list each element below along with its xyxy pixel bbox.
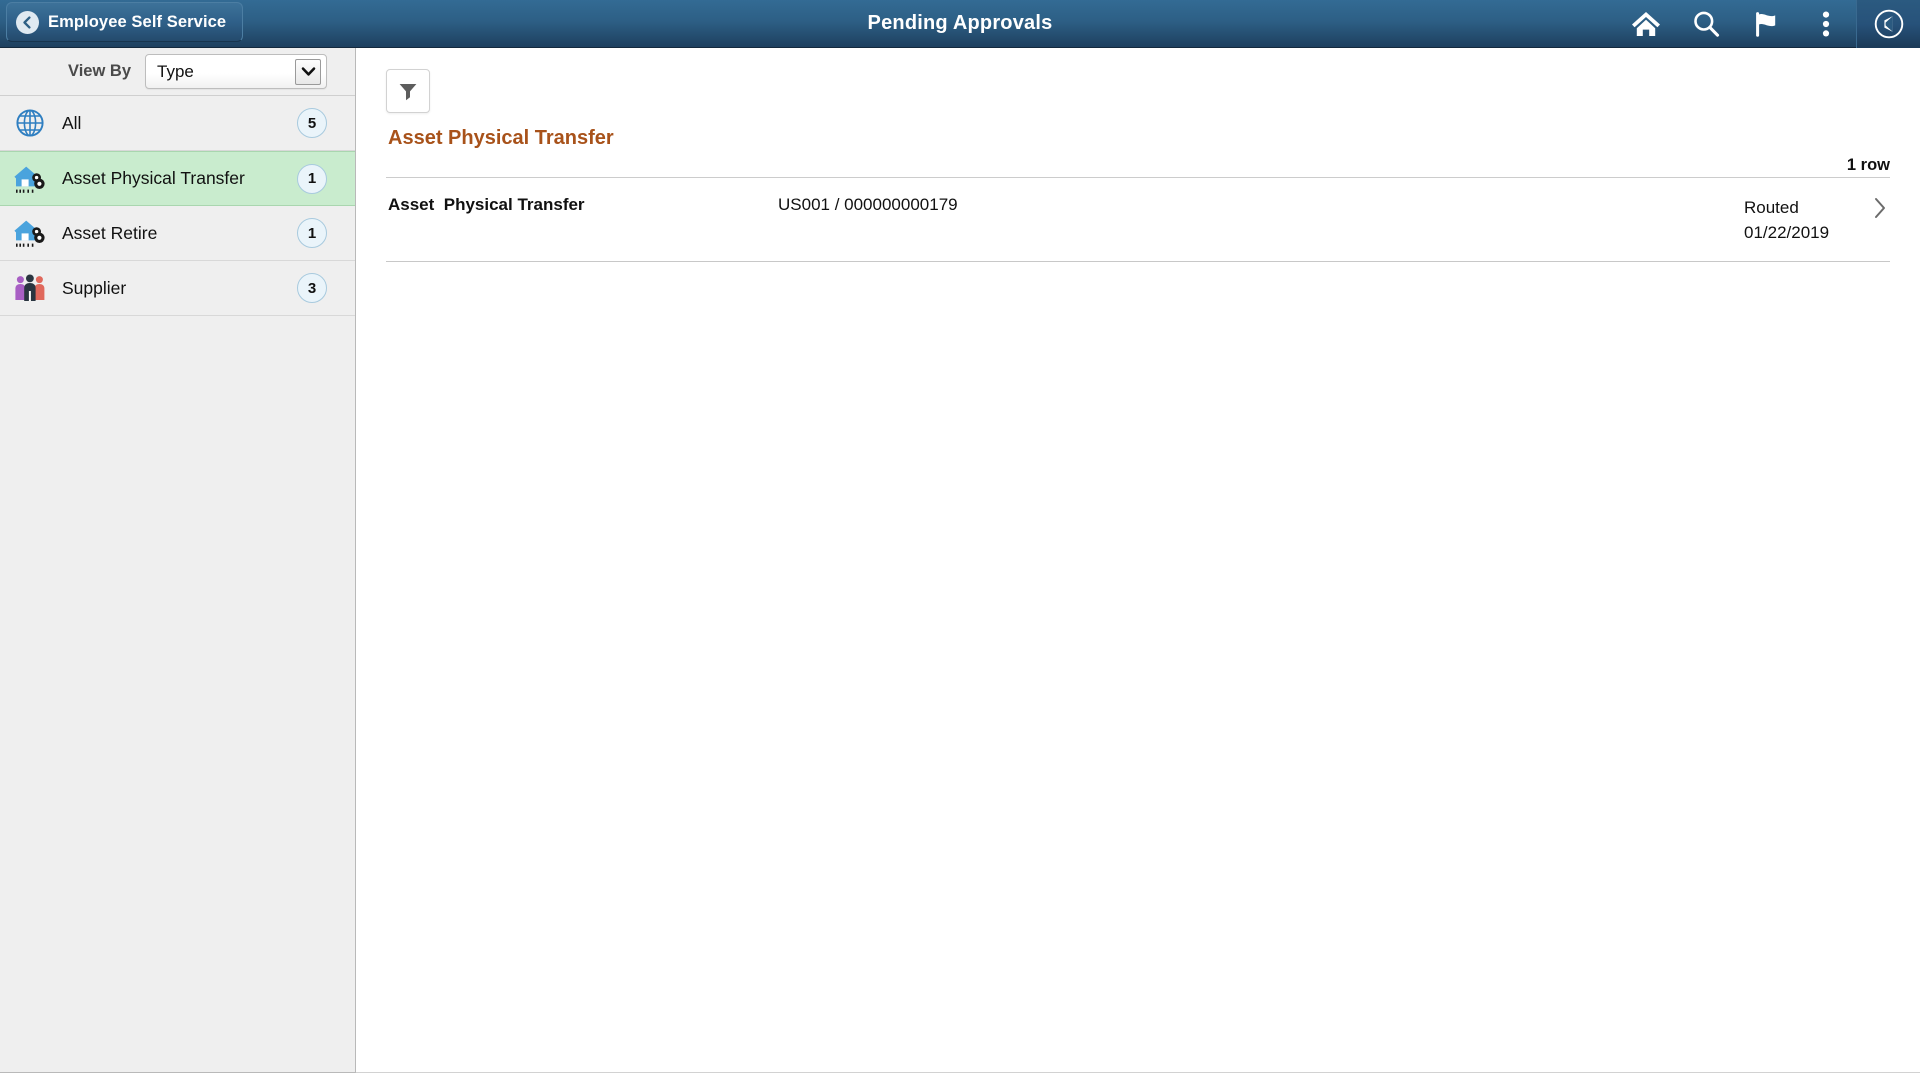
filter-toolbar bbox=[386, 48, 1890, 120]
view-by-selected-value: Type bbox=[157, 61, 194, 81]
back-button[interactable]: Employee Self Service bbox=[6, 2, 244, 42]
sidebar-item-asset-physical-transfer[interactable]: Asset Physical Transfer 1 bbox=[0, 151, 355, 206]
sidebar-item-count: 1 bbox=[297, 163, 327, 194]
sidebar-item-asset-retire[interactable]: Asset Retire 1 bbox=[0, 206, 355, 261]
sidebar-item-count: 1 bbox=[297, 218, 327, 248]
sidebar-item-count: 3 bbox=[297, 273, 327, 303]
search-icon[interactable] bbox=[1676, 0, 1736, 48]
sidebar-item-supplier[interactable]: Supplier 3 bbox=[0, 261, 355, 316]
sidebar-item-label: Supplier bbox=[62, 277, 127, 298]
row-status: Routed 01/22/2019 bbox=[1744, 195, 1854, 245]
sidebar: View By Type All 5 Asset Physical Transf… bbox=[0, 48, 356, 1073]
header-icon-group bbox=[1616, 0, 1920, 48]
main-content: Asset Physical Transfer 1 row Asset Phys… bbox=[356, 48, 1920, 1073]
chevron-down-icon bbox=[295, 58, 321, 85]
row-reference: US001 / 000000000179 bbox=[778, 195, 958, 214]
globe-icon bbox=[10, 106, 50, 140]
back-button-label: Employee Self Service bbox=[48, 12, 227, 31]
view-by-row: View By Type bbox=[0, 48, 355, 96]
row-count-label: 1 row bbox=[1846, 156, 1890, 174]
table-row[interactable]: Asset Physical Transfer US001 / 00000000… bbox=[386, 178, 1890, 262]
navbar-compass-icon[interactable] bbox=[1856, 0, 1920, 48]
view-by-label: View By bbox=[68, 62, 131, 80]
sidebar-item-label: Asset Retire bbox=[62, 222, 158, 243]
people-group-icon bbox=[10, 271, 50, 305]
chevron-right-icon[interactable] bbox=[1854, 195, 1888, 220]
app-header: Employee Self Service Pending Approvals bbox=[0, 0, 1920, 48]
group-title: Asset Physical Transfer bbox=[388, 127, 614, 149]
actions-menu-icon[interactable] bbox=[1796, 0, 1856, 48]
filter-button[interactable] bbox=[386, 69, 430, 113]
sidebar-item-all[interactable]: All 5 bbox=[0, 96, 355, 151]
asset-gear-icon bbox=[10, 162, 50, 196]
row-count-line: 1 row bbox=[386, 156, 1890, 178]
flag-icon[interactable] bbox=[1736, 0, 1796, 48]
asset-gear-icon bbox=[10, 216, 50, 250]
row-status-text: Routed bbox=[1744, 198, 1799, 217]
chevron-left-icon bbox=[16, 10, 39, 34]
home-icon[interactable] bbox=[1616, 0, 1676, 48]
row-status-date: 01/22/2019 bbox=[1744, 223, 1830, 242]
sidebar-item-count: 5 bbox=[297, 108, 327, 138]
page-body: View By Type All 5 Asset Physical Transf… bbox=[0, 48, 1920, 1080]
funnel-icon bbox=[397, 80, 419, 102]
row-type: Asset Physical Transfer bbox=[388, 195, 585, 214]
sidebar-item-label: Asset Physical Transfer bbox=[62, 168, 245, 188]
sidebar-item-label: All bbox=[62, 112, 82, 133]
view-by-select[interactable]: Type bbox=[145, 54, 327, 89]
